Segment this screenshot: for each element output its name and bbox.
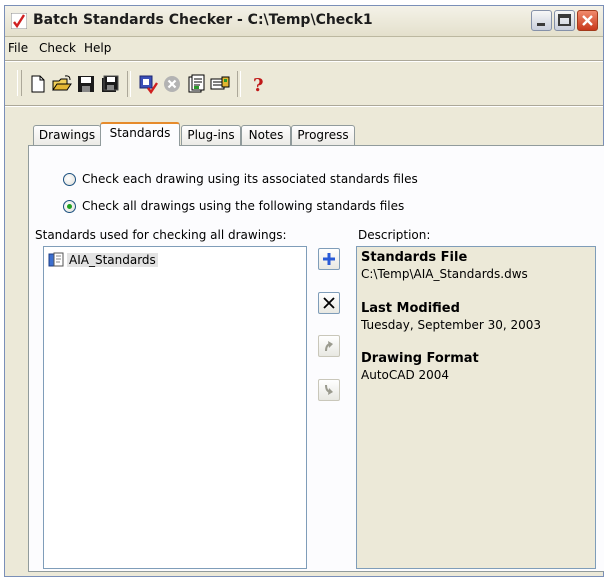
app-window: Batch Standards Checker - C:\Temp\Check1… xyxy=(4,5,604,577)
option-associated-standards-label: Check each drawing using its associated … xyxy=(82,172,418,186)
view-report-icon[interactable] xyxy=(185,73,207,95)
title-bar[interactable]: Batch Standards Checker - C:\Temp\Check1 xyxy=(5,6,603,37)
stop-icon[interactable] xyxy=(161,73,183,95)
last-modified-heading: Last Modified xyxy=(361,301,460,316)
move-up-button[interactable] xyxy=(318,335,340,357)
check-icon[interactable] xyxy=(137,73,159,95)
list-item-label: AIA_Standards xyxy=(67,253,158,267)
new-icon[interactable] xyxy=(27,73,49,95)
move-down-button[interactable] xyxy=(318,379,340,401)
list-item[interactable]: AIA_Standards xyxy=(48,252,158,268)
tab-plug-ins[interactable]: Plug-ins xyxy=(181,125,241,145)
remove-icon xyxy=(323,297,335,309)
menu-check[interactable]: Check xyxy=(39,41,76,55)
drawing-format-value: AutoCAD 2004 xyxy=(361,368,450,382)
toolbar-divider-highlight xyxy=(5,106,603,107)
arrow-up-icon xyxy=(325,341,333,352)
remove-standards-button[interactable] xyxy=(318,292,340,314)
maximize-button[interactable] xyxy=(554,10,575,31)
window-title: Batch Standards Checker - C:\Temp\Check1 xyxy=(33,12,373,28)
option-all-drawings-standards[interactable]: Check all drawings using the following s… xyxy=(63,199,404,213)
description-box: Standards File C:\Temp\AIA_Standards.dws… xyxy=(356,246,596,569)
app-checkmark-icon xyxy=(10,12,28,30)
toolbar: ? xyxy=(13,66,603,100)
tab-drawings[interactable]: Drawings xyxy=(33,125,101,145)
tab-standards[interactable]: Standards xyxy=(100,122,180,146)
drawing-format-heading: Drawing Format xyxy=(361,351,479,366)
standards-file-value: C:\Temp\AIA_Standards.dws xyxy=(361,267,528,281)
standards-list-label: Standards used for checking all drawings… xyxy=(35,228,287,242)
save-as-icon[interactable] xyxy=(99,73,121,95)
toolbar-grip[interactable] xyxy=(17,70,22,96)
standards-listbox[interactable]: AIA_Standards xyxy=(43,246,307,569)
toolbar-separator xyxy=(127,71,131,97)
description-label: Description: xyxy=(358,228,431,242)
menu-bar: File Check Help xyxy=(5,37,603,59)
add-standards-button[interactable] xyxy=(318,248,340,270)
minimize-button[interactable] xyxy=(531,10,552,31)
menu-divider-highlight xyxy=(5,61,603,62)
tab-notes[interactable]: Notes xyxy=(241,125,291,145)
arrow-down-icon xyxy=(325,384,333,395)
toolbar-separator-2 xyxy=(237,71,241,97)
radio-associated-standards[interactable] xyxy=(63,172,76,186)
menu-file[interactable]: File xyxy=(8,41,28,55)
export-report-icon[interactable] xyxy=(209,73,231,95)
option-all-drawings-standards-label: Check all drawings using the following s… xyxy=(82,199,405,213)
standards-file-icon xyxy=(48,252,66,268)
open-icon[interactable] xyxy=(51,73,73,95)
option-associated-standards[interactable]: Check each drawing using its associated … xyxy=(63,172,418,186)
last-modified-value: Tuesday, September 30, 2003 xyxy=(361,318,542,332)
help-icon[interactable]: ? xyxy=(247,73,269,95)
standards-file-heading: Standards File xyxy=(361,250,468,265)
save-icon[interactable] xyxy=(75,73,97,95)
radio-all-drawings-standards[interactable] xyxy=(63,199,76,213)
tab-progress[interactable]: Progress xyxy=(291,125,355,145)
svg-text:?: ? xyxy=(253,75,264,95)
close-button[interactable] xyxy=(577,10,598,31)
menu-help[interactable]: Help xyxy=(84,41,111,55)
plus-icon xyxy=(323,253,335,265)
